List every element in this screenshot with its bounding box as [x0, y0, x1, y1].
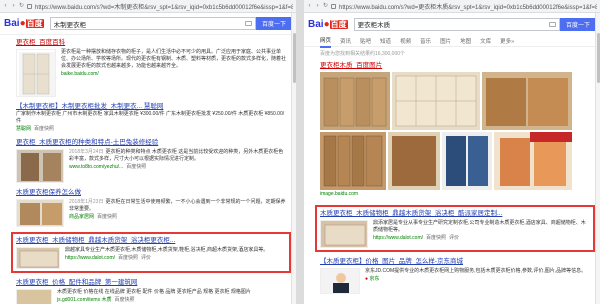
address-bar[interactable]: ‹ › ↻ https://www.baidu.com/s?wd=更衣柜木质&r… [304, 0, 600, 13]
snapshot-link[interactable]: 百度快照 [118, 255, 138, 261]
result-thumbnail[interactable] [320, 268, 360, 294]
search-button[interactable]: 百度一下 [255, 17, 292, 30]
list-item: 木质更衣柜_价格_配件和品牌_第一建筑网 木质更衣柜 价格在线 在线品牌 更衣柜… [16, 278, 288, 304]
review-link[interactable]: 评价 [141, 255, 151, 261]
result-url[interactable]: 商品家居网 [69, 214, 94, 220]
result-thumbnail[interactable] [320, 220, 368, 248]
search-input[interactable]: 木制更衣柜 [49, 17, 256, 30]
snapshot-link[interactable]: 百度快照 [126, 164, 146, 170]
tab-map[interactable]: 地图 [460, 35, 471, 47]
tab-news[interactable]: 资讯 [340, 35, 351, 47]
list-item: 木质更衣柜保养怎么做 2018年1月23日 更衣柜在日常生活中使用频繁，一不小心会… [16, 188, 288, 227]
image-source[interactable]: image.baidu.com [320, 191, 592, 198]
results-list: 更衣柜_百度百科 更衣柜是一种摆放和储存衣物的柜子，是人们生活中必不可少的用具。… [0, 35, 296, 304]
snapshot-link[interactable]: 百度快照 [34, 126, 54, 132]
search-tabs: 网页 资讯 贴吧 知道 视频 音乐 图片 地图 文库 更多» [304, 34, 600, 48]
camera-icon[interactable] [244, 21, 252, 26]
result-thumbnail[interactable] [16, 149, 64, 183]
tab-web[interactable]: 网页 [320, 34, 332, 48]
image-collage[interactable] [320, 72, 572, 190]
result-url[interactable]: www.to8to.com/yezhu/... [69, 164, 123, 170]
reload-icon[interactable]: ↻ [323, 3, 328, 9]
search-button[interactable]: 百度一下 [559, 17, 596, 31]
search-header: Bai●百度 木制更衣柜 百度一下 [0, 13, 296, 35]
tab-video[interactable]: 视频 [400, 35, 411, 47]
result-url[interactable]: https://www.dalot.com/ [373, 235, 423, 241]
url-text[interactable]: https://www.baidu.com/s?wd=木制更衣柜&rsv_spt… [35, 2, 293, 11]
snapshot-link[interactable]: 百度快照 [97, 214, 117, 220]
result-abstract: 广家制作木制更衣柜 广州市木制更衣柜 家具木制更衣柜 ¥300.00/件 广东木… [16, 111, 285, 124]
list-item: 更衣柜_百度百科 更衣柜是一种摆放和储存衣物的柜子，是人们生活中必不可少的用具。… [16, 38, 288, 97]
result-abstract: 京东JD.COM提供专业的木质更衣柜网上购物服务,包括木质更衣柜价格,参数,评价… [365, 268, 587, 274]
browser-window-left: ‹ › ↻ https://www.baidu.com/s?wd=木制更衣柜&r… [0, 0, 296, 304]
lock-icon [331, 3, 336, 9]
scrollbar[interactable] [595, 13, 600, 304]
forward-icon[interactable]: › [315, 3, 320, 9]
result-url[interactable]: baike.baidu.com/ [61, 71, 288, 78]
address-bar[interactable]: ‹ › ↻ https://www.baidu.com/s?wd=木制更衣柜&r… [0, 0, 296, 13]
result-thumbnail[interactable] [16, 49, 56, 97]
result-title[interactable]: 【木质更衣柜】价格_图片_品牌_怎么样-京东商城 [320, 257, 592, 266]
result-title[interactable]: 更衣柜_木质更衣柜的种类和特点-土巴兔装修经验 [16, 138, 288, 147]
result-count: 百度为您找到相关结果约16,300,000个 [320, 51, 406, 57]
snapshot-link[interactable]: 百度快照 [114, 297, 134, 303]
result-title[interactable]: 【木制更衣柜】木制更衣柜批发_木制更衣... 慧聪网 [16, 102, 288, 111]
camera-icon[interactable] [548, 21, 556, 27]
paw-icon: ● [19, 18, 26, 29]
results-list: 百度为您找到相关结果约16,300,000个 更衣柜木质_百度图片 image.… [304, 47, 600, 294]
result-url[interactable]: https://www.dalot.com/ [65, 255, 115, 261]
reload-icon[interactable]: ↻ [19, 3, 24, 9]
jd-icon: ● [365, 276, 369, 282]
result-abstract: 鼎越家具专业生产木质更衣柜,木质储物柜,木质货架,鞋柜,浴决柜,商超木质货架,酒… [65, 247, 269, 253]
highlighted-result: 木质更衣柜_木质储物柜_鼎越木质货架_浴决柜更衣柜... 鼎越家具专业生产木质更… [11, 232, 291, 273]
search-header: Bai●百度 更衣柜木质 百度一下 [304, 13, 600, 35]
tab-zhidao[interactable]: 知道 [380, 35, 391, 47]
highlighted-result: 木质更衣柜_木质储物柜_鼎越木质货架_浴决柜_酷派家居定制... 鼎添家居是专业… [315, 205, 595, 252]
result-thumbnail[interactable] [16, 247, 60, 269]
lock-icon [27, 3, 32, 9]
result-thumbnail[interactable] [16, 289, 52, 304]
image-result-title[interactable]: 更衣柜木质_百度图片 [320, 61, 592, 70]
result-abstract: 鼎添家居是专业从事专业生产研究定制衣柜,公司专业制造木质更衣柜,酒店家具、商超储… [373, 220, 586, 233]
tab-images[interactable]: 图片 [440, 35, 451, 47]
result-url[interactable]: 京东 [369, 276, 379, 282]
review-link[interactable]: 评价 [449, 235, 459, 241]
result-title[interactable]: 木质更衣柜_价格_配件和品牌_第一建筑网 [16, 278, 288, 287]
list-item: 【木制更衣柜】木制更衣柜批发_木制更衣... 慧聪网 广家制作木制更衣柜 广州市… [16, 102, 288, 133]
tab-tieba[interactable]: 贴吧 [360, 35, 371, 47]
tab-music[interactable]: 音乐 [420, 35, 431, 47]
tab-wenku[interactable]: 文库 [480, 35, 491, 47]
window-divider [296, 0, 304, 304]
result-abstract: 木质更衣柜 价格在线 在线品牌 更衣柜 配件 价格 品牌 更衣柜产品 规格 更衣… [57, 289, 251, 295]
snapshot-link[interactable]: 百度快照 [426, 235, 446, 241]
paw-icon: ● [323, 18, 330, 30]
tab-more[interactable]: 更多» [500, 35, 514, 47]
search-input[interactable]: 更衣柜木质 [353, 17, 560, 31]
baidu-logo[interactable]: Bai●百度 [4, 18, 44, 29]
result-title[interactable]: 木质更衣柜_木质储物柜_鼎越木质货架_浴决柜_酷派家居定制... [320, 209, 590, 218]
baidu-logo[interactable]: Bai●百度 [308, 19, 348, 30]
result-title[interactable]: 更衣柜_百度百科 [16, 38, 288, 47]
back-icon[interactable]: ‹ [3, 3, 8, 9]
result-title[interactable]: 木质更衣柜_木质储物柜_鼎越木质货架_浴决柜更衣柜... [16, 236, 286, 245]
result-url[interactable]: 慧聪网 [16, 126, 31, 132]
url-text[interactable]: https://www.baidu.com/s?wd=更衣柜木质&rsv_spt… [339, 2, 597, 11]
result-thumbnail[interactable] [16, 199, 64, 227]
browser-window-right: ‹ › ↻ https://www.baidu.com/s?wd=更衣柜木质&r… [304, 0, 600, 304]
result-abstract: 更衣柜是一种摆放和储存衣物的柜子，是人们生活中必不可少的用具。广泛应用于家庭、公… [61, 49, 287, 69]
result-url[interactable]: js.gd001.com/items 木质 [57, 297, 111, 303]
forward-icon[interactable]: › [11, 3, 16, 9]
result-title[interactable]: 木质更衣柜保养怎么做 [16, 188, 288, 197]
image-grid [320, 72, 592, 190]
list-item: 更衣柜_木质更衣柜的种类和特点-土巴兔装修经验 2018年3月24日 更衣柜的种类… [16, 138, 288, 183]
list-item: 【木质更衣柜】价格_图片_品牌_怎么样-京东商城 京东JD.COM提供专业的木质… [320, 257, 592, 294]
back-icon[interactable]: ‹ [307, 3, 312, 9]
